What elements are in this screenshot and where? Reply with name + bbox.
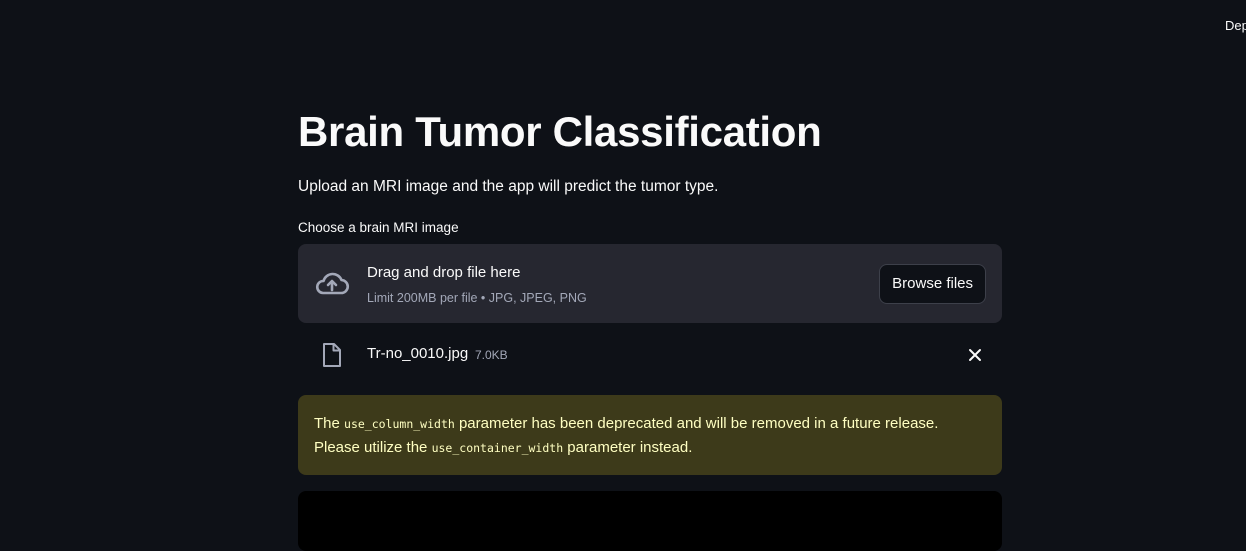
file-icon <box>320 342 344 368</box>
warning-text-before: The <box>314 415 345 432</box>
warning-text-after: parameter instead. <box>563 439 693 456</box>
dropzone-limit-text: Limit 200MB per file • JPG, JPEG, PNG <box>367 291 587 305</box>
remove-file-button[interactable] <box>962 342 988 368</box>
close-icon <box>969 349 981 361</box>
deprecation-warning: The use_column_width parameter has been … <box>298 395 1002 475</box>
uploaded-file-name: Tr-no_0010.jpg <box>367 345 469 362</box>
uploaded-image-preview <box>298 491 1002 551</box>
browse-files-button[interactable]: Browse files <box>879 264 986 304</box>
page-title: Brain Tumor Classification <box>298 108 822 155</box>
deploy-button[interactable]: Deploy <box>1225 18 1246 33</box>
warning-code-use-column-width: use_column_width <box>344 417 455 431</box>
file-uploader-label: Choose a brain MRI image <box>298 220 459 235</box>
file-dropzone[interactable]: Drag and drop file here Limit 200MB per … <box>298 244 1002 323</box>
cloud-upload-icon <box>314 269 350 299</box>
uploaded-file-size: 7.0KB <box>475 348 508 362</box>
dropzone-title: Drag and drop file here <box>367 264 521 281</box>
warning-code-use-container-width: use_container_width <box>431 441 564 455</box>
uploaded-file-item: Tr-no_0010.jpg 7.0KB <box>298 336 1002 374</box>
page-subtitle: Upload an MRI image and the app will pre… <box>298 178 719 195</box>
